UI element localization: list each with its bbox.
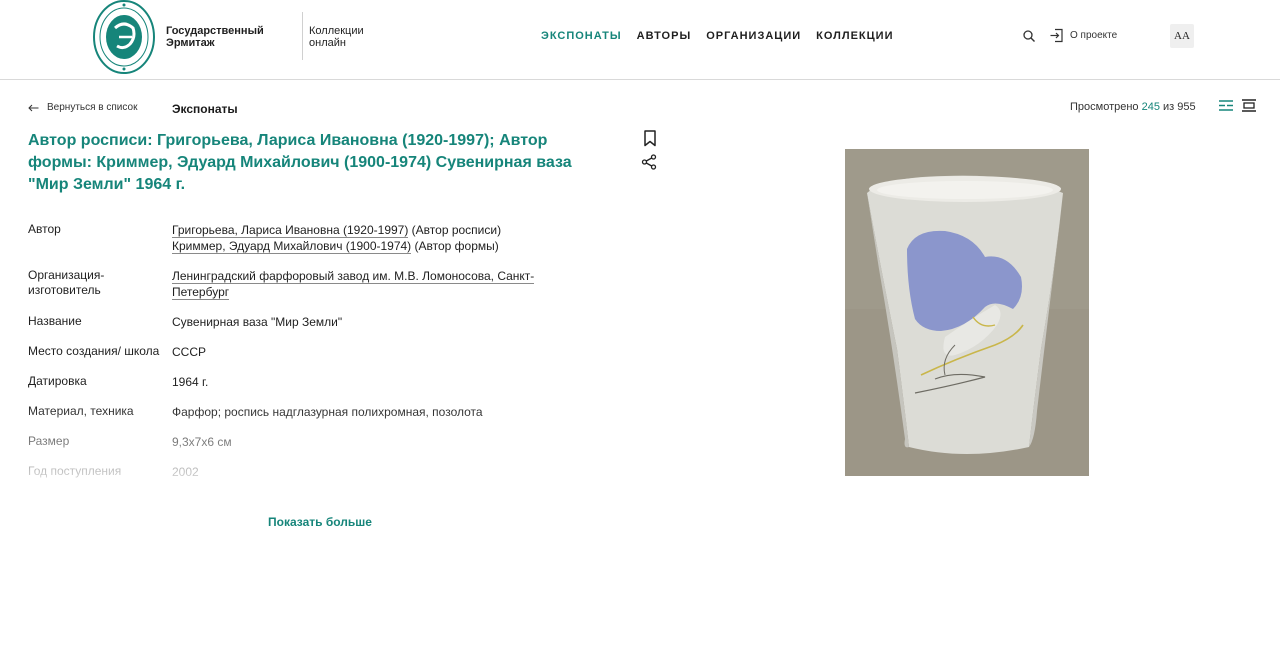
detail-label: Место создания/ школа xyxy=(28,344,160,358)
detail-value: Фарфор; роспись надглазурная полихромная… xyxy=(172,405,483,419)
detail-value: 9,3x7x6 см xyxy=(172,435,232,449)
logo-divider xyxy=(302,12,303,60)
exhibit-details: Автор Григорьева, Лариса Ивановна (1920-… xyxy=(28,222,588,494)
back-to-list-label: Вернуться в список xyxy=(47,102,138,113)
hermitage-logo-emblem[interactable] xyxy=(92,0,156,74)
nav-item-collections[interactable]: КОЛЛЕКЦИИ xyxy=(816,30,893,42)
detail-row-date: Датировка 1964 г. xyxy=(28,374,588,390)
about-project-link[interactable]: О проекте xyxy=(1049,28,1117,43)
author-link-grigorieva[interactable]: Григорьева, Лариса Ивановна (1920-1997) xyxy=(172,223,409,238)
detail-label: Размер xyxy=(28,434,70,448)
logo-title[interactable]: Государственный Эрмитаж xyxy=(166,25,264,49)
detail-value: Сувенирная ваза "Мир Земли" xyxy=(172,315,343,329)
viewed-current: 245 xyxy=(1141,101,1160,113)
exhibit-title: Автор росписи: Григорьева, Лариса Иванов… xyxy=(28,132,572,193)
author-role: (Автор формы) xyxy=(411,239,499,253)
collections-line-2: онлайн xyxy=(309,37,346,49)
search-icon[interactable] xyxy=(1022,29,1036,43)
author-link-krimmer[interactable]: Криммер, Эдуард Михайлович (1900-1974) xyxy=(172,239,412,254)
detail-label: Датировка xyxy=(28,374,87,388)
detail-row-place: Место создания/ школа СССР xyxy=(28,344,588,360)
detail-label: Название xyxy=(28,314,82,328)
detail-label: Автор xyxy=(28,222,61,236)
detail-value: 1964 г. xyxy=(172,375,209,389)
arrow-left-icon xyxy=(28,104,39,111)
nav-item-organizations[interactable]: ОРГАНИЗАЦИИ xyxy=(706,30,801,42)
main-nav: ЭКСПОНАТЫ АВТОРЫ ОРГАНИЗАЦИИ КОЛЛЕКЦИИ xyxy=(541,30,893,42)
organization-link[interactable]: Ленинградский фарфоровый завод им. М.В. … xyxy=(172,269,535,300)
site-header: Государственный Эрмитаж Коллекции онлайн… xyxy=(0,0,1280,80)
viewed-total: 955 xyxy=(1177,101,1196,113)
detail-value: Ленинградский фарфоровый завод им. М.В. … xyxy=(172,268,572,300)
detail-label: Год поступления xyxy=(28,464,122,478)
font-size-toggle[interactable]: AA xyxy=(1170,24,1194,48)
viewed-middle: из xyxy=(1163,101,1175,113)
logo-line-2: Эрмитаж xyxy=(166,37,215,49)
compact-view-icon[interactable] xyxy=(1242,99,1256,112)
collections-online-link[interactable]: Коллекции онлайн xyxy=(309,25,364,49)
detail-row-author: Автор Григорьева, Лариса Ивановна (1920-… xyxy=(28,222,588,254)
detail-row-material: Материал, техника Фарфор; роспись надгла… xyxy=(28,404,588,420)
detail-row-size: Размер 9,3x7x6 см xyxy=(28,434,588,450)
viewed-counter: Просмотрено 245 из 955 xyxy=(1070,101,1196,113)
bookmark-icon[interactable] xyxy=(643,130,657,147)
breadcrumb-section[interactable]: Экспонаты xyxy=(172,102,238,116)
list-view-icon[interactable] xyxy=(1219,99,1233,112)
detail-row-name: Название Сувенирная ваза "Мир Земли" xyxy=(28,314,588,330)
back-to-list-link[interactable]: Вернуться в список xyxy=(28,102,137,113)
share-icon[interactable] xyxy=(641,154,657,170)
login-arrow-icon xyxy=(1050,28,1063,43)
detail-row-organization: Организация-изготовитель Ленинградский ф… xyxy=(28,268,588,300)
detail-row-acquired: Год поступления 2002 xyxy=(28,464,588,480)
exhibit-photo[interactable] xyxy=(845,149,1089,476)
nav-item-exhibits[interactable]: ЭКСПОНАТЫ xyxy=(541,30,622,42)
show-more-button[interactable]: Показать больше xyxy=(268,515,372,529)
about-project-label: О проекте xyxy=(1070,30,1118,41)
author-role: (Автор росписи) xyxy=(408,223,502,237)
detail-value: СССР xyxy=(172,345,207,359)
collections-line-1: Коллекции xyxy=(309,25,364,37)
detail-label: Организация-изготовитель xyxy=(28,268,105,297)
logo-line-1: Государственный xyxy=(166,25,264,37)
detail-label: Материал, техника xyxy=(28,404,134,418)
detail-value: Григорьева, Лариса Ивановна (1920-1997) … xyxy=(172,222,572,254)
nav-item-authors[interactable]: АВТОРЫ xyxy=(637,30,692,42)
viewed-prefix: Просмотрено xyxy=(1070,101,1139,113)
detail-value: 2002 xyxy=(172,465,199,479)
